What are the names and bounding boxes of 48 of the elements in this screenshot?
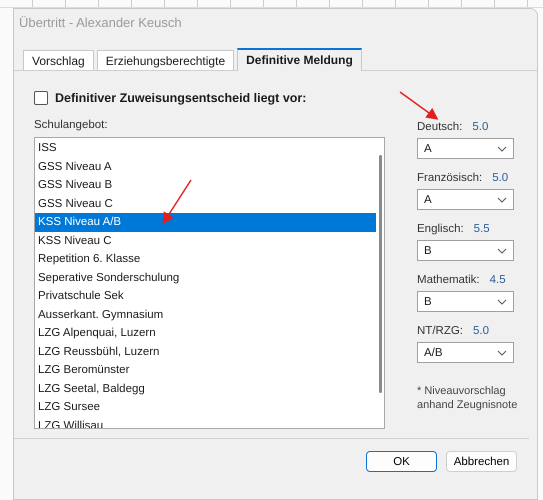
- list-item[interactable]: KSS Niveau C: [35, 232, 376, 250]
- grade-value: 5.0: [492, 172, 508, 184]
- annotation-arrow: [400, 91, 438, 120]
- list-label: Schulangebot:: [34, 119, 109, 131]
- level-dropdown[interactable]: A: [417, 189, 514, 210]
- grade-value: 4.5: [490, 274, 506, 286]
- list-item[interactable]: LZG Beromünster: [35, 361, 376, 380]
- subject-label: Französisch:: [417, 172, 482, 184]
- chevron-down-icon: [497, 248, 507, 254]
- grade-value: 5.5: [474, 223, 490, 235]
- tab[interactable]: Erziehungsberechtigte: [96, 50, 234, 70]
- annotation-arrow: [162, 180, 192, 225]
- chevron-down-icon: [497, 146, 507, 152]
- dialog-button[interactable]: OK: [366, 451, 437, 472]
- checkbox[interactable]: [34, 91, 48, 105]
- list-item[interactable]: LZG Sursee: [35, 398, 376, 416]
- chevron-down-icon: [497, 196, 507, 202]
- level-dropdown[interactable]: B: [417, 240, 514, 261]
- list-item[interactable]: Ausserkant. Gymnasium: [35, 306, 376, 324]
- list-item[interactable]: Seperative Sonderschulung: [35, 268, 376, 287]
- level-dropdown[interactable]: A/B: [417, 342, 514, 363]
- list-item[interactable]: Privatschule Sek: [35, 287, 376, 306]
- list-item[interactable]: LZG Seetal, Baldegg: [35, 380, 376, 398]
- dialog-button[interactable]: Abbrechen: [446, 451, 517, 472]
- grade-value: 5.0: [472, 121, 488, 133]
- subject-label: Deutsch:: [417, 121, 462, 133]
- scrollbar-thumb[interactable]: [378, 155, 382, 393]
- subject-label: Englisch:: [417, 223, 464, 235]
- window-title: Übertritt - Alexander Keusch: [18, 14, 183, 32]
- grade-value: 5.0: [473, 325, 489, 337]
- chevron-down-icon: [497, 298, 507, 304]
- list-item[interactable]: Repetition 6. Klasse: [35, 250, 376, 268]
- subject-label: NT/RZG:: [417, 325, 463, 337]
- list-item[interactable]: GSS Niveau C: [35, 194, 376, 213]
- footnote: * Niveauvorschlag anhand Zeugnisnote: [417, 384, 518, 412]
- level-dropdown[interactable]: B: [417, 291, 514, 312]
- list-item[interactable]: KSS Niveau A/B: [35, 213, 376, 232]
- checkbox-label: Definitiver Zuweisungsentscheid liegt vor:: [55, 91, 306, 105]
- tab[interactable]: Vorschlag: [23, 50, 94, 70]
- list-item[interactable]: LZG Alpenquai, Luzern: [35, 324, 376, 342]
- tab[interactable]: Definitive Meldung: [237, 48, 362, 71]
- list-item[interactable]: GSS Niveau B: [35, 176, 376, 194]
- list-item[interactable]: GSS Niveau A: [35, 158, 376, 176]
- level-dropdown[interactable]: A: [417, 138, 514, 159]
- list-item[interactable]: LZG Reussbühl, Luzern: [35, 342, 376, 361]
- subject-label: Mathematik:: [417, 274, 480, 286]
- chevron-down-icon: [497, 350, 507, 356]
- list-item[interactable]: ISS: [35, 139, 376, 158]
